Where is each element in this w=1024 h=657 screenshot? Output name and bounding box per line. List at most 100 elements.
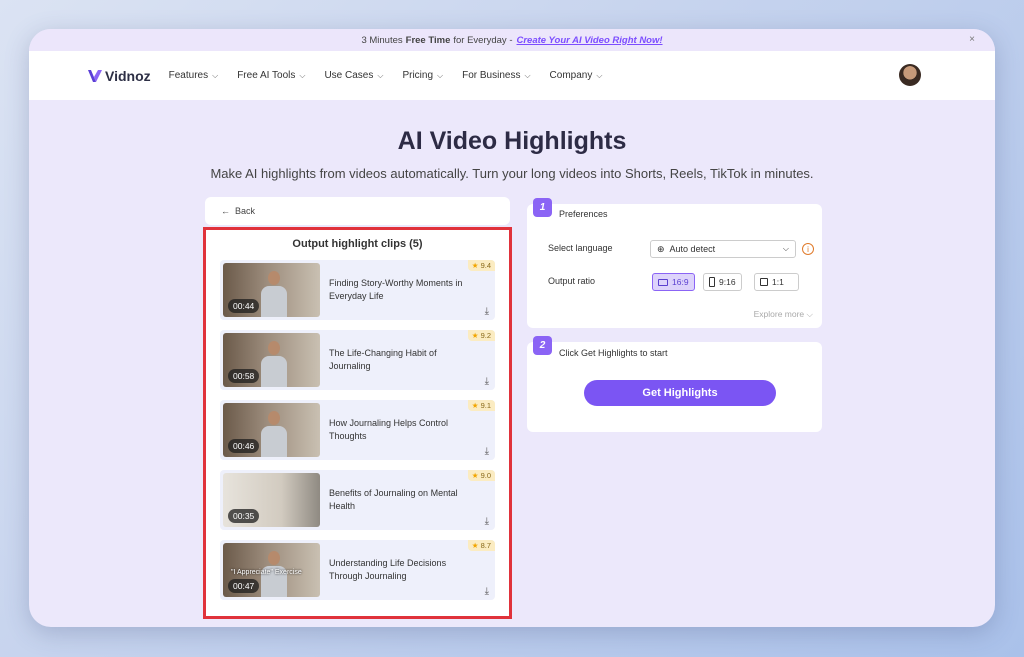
person-figure	[261, 271, 287, 317]
explore-label: Explore more	[753, 309, 805, 319]
chevron-down-icon: ⌵	[299, 70, 306, 80]
page-title: AI Video Highlights	[397, 127, 627, 155]
nav-item-label: Company	[549, 70, 593, 81]
score-value: 9.2	[480, 331, 491, 340]
step-number-1: 1	[533, 198, 552, 217]
back-button[interactable]: ← Back	[205, 197, 510, 225]
clip-title: Benefits of Journaling on Mental Health	[329, 488, 458, 511]
chevron-down-icon: ⌵	[782, 244, 789, 253]
score-badge: ★ 9.1	[467, 400, 495, 411]
star-icon: ★	[471, 401, 479, 410]
clip-title: How Journaling Helps Control Thoughts	[329, 418, 449, 441]
nav-item-for-business[interactable]: For Business ⌵	[462, 70, 530, 81]
results-panel: ← Back Output highlight clips (5) 00:44 …	[203, 197, 512, 619]
clip-duration: 00:35	[228, 509, 260, 523]
start-card: 2 Click Get Highlights to start Get High…	[527, 336, 822, 432]
close-icon[interactable]: ×	[969, 34, 975, 45]
person-figure	[261, 341, 287, 387]
promo-prefix: 3 Minutes	[361, 34, 403, 46]
nav-item-features[interactable]: Features ⌵	[169, 70, 219, 81]
clips-title: Output highlight clips (5)	[292, 238, 423, 250]
download-icon[interactable]: ⤓	[485, 446, 489, 457]
score-badge: ★ 9.4	[467, 260, 495, 271]
explore-more-link[interactable]: Explore more ⌵	[754, 309, 813, 320]
score-value: 9.4	[480, 261, 491, 270]
person-figure	[261, 411, 287, 457]
download-icon[interactable]: ⤓	[485, 306, 489, 317]
clip-duration: 00:46	[228, 439, 260, 453]
phone-icon	[709, 277, 715, 287]
score-value: 8.7	[480, 541, 491, 550]
nav-item-label: For Business	[462, 70, 521, 81]
info-icon[interactable]: i	[802, 243, 814, 255]
page-subtitle: Make AI highlights from videos automatic…	[210, 166, 814, 181]
nav-item-label: Free AI Tools	[237, 70, 296, 81]
download-icon[interactable]: ⤓	[485, 376, 489, 387]
clip-card[interactable]: 00:35 Benefits of Journaling on Mental H…	[220, 470, 495, 530]
score-value: 9.1	[480, 401, 491, 410]
clip-thumbnail[interactable]: 00:46	[223, 403, 320, 457]
preferences-card: 1 Preferences Select language ⊕ Auto det…	[527, 198, 822, 328]
clip-card[interactable]: 00:58 The Life-Changing Habit of Journal…	[220, 330, 495, 390]
ratio-1-1-button[interactable]: 1:1	[754, 273, 799, 291]
brand-name: Vidnoz	[105, 67, 151, 84]
back-label: Back	[235, 206, 256, 216]
arrow-left-icon: ←	[221, 206, 230, 216]
clip-thumbnail[interactable]: 00:44	[223, 263, 320, 317]
promo-bold: Free Time	[405, 34, 451, 46]
ratio-label: Output ratio	[548, 276, 596, 286]
thumbnail-caption: "I Appreciate" Exercise	[231, 569, 302, 576]
nav-item-pricing[interactable]: Pricing ⌵	[402, 70, 443, 81]
nav-item-label: Use Cases	[324, 70, 374, 81]
clip-thumbnail[interactable]: 00:35	[223, 473, 320, 527]
monitor-icon	[658, 278, 668, 286]
step-label: Preferences	[559, 209, 608, 219]
clip-card[interactable]: 00:44 Finding Story-Worthy Moments in Ev…	[220, 260, 495, 320]
chevron-down-icon: ⌵	[377, 70, 384, 80]
star-icon: ★	[471, 541, 479, 550]
star-icon: ★	[471, 331, 479, 340]
nav-item-free-ai-tools[interactable]: Free AI Tools ⌵	[237, 70, 305, 81]
clip-title: The Life-Changing Habit of Journaling	[329, 348, 437, 371]
ratio-label-text: 16:9	[672, 277, 689, 287]
nav-item-use-cases[interactable]: Use Cases ⌵	[324, 70, 383, 81]
language-value: Auto detect	[669, 244, 716, 254]
chevron-down-icon: ⌵	[806, 309, 813, 319]
score-badge: ★ 9.0	[467, 470, 495, 481]
nav-item-company[interactable]: Company ⌵	[550, 70, 603, 81]
clip-card[interactable]: "I Appreciate" Exercise 00:47 Understand…	[220, 540, 495, 600]
clip-title: Understanding Life Decisions Through Jou…	[329, 558, 447, 581]
avatar[interactable]	[899, 64, 921, 86]
brand-logo[interactable]: Vidnoz	[87, 68, 151, 84]
language-label: Select language	[548, 243, 613, 253]
ratio-label-text: 1:1	[772, 277, 784, 287]
nav-item-label: Pricing	[402, 70, 434, 81]
score-badge: ★ 9.2	[467, 330, 495, 341]
star-icon: ★	[471, 261, 479, 270]
clip-thumbnail[interactable]: 00:58	[223, 333, 320, 387]
chevron-down-icon: ⌵	[596, 70, 603, 80]
step-number-2: 2	[533, 336, 552, 355]
score-value: 9.0	[480, 471, 491, 480]
promo-banner: 3 Minutes Free Time for Everyday - Creat…	[29, 29, 995, 51]
star-icon: ★	[471, 471, 479, 480]
ratio-9-16-button[interactable]: 9:16	[703, 273, 742, 291]
language-select[interactable]: ⊕ Auto detect ⌵	[650, 240, 796, 258]
square-icon	[760, 278, 768, 286]
logo-icon	[88, 69, 102, 82]
download-icon[interactable]: ⤓	[485, 516, 489, 527]
clip-title: Finding Story-Worthy Moments in Everyday…	[329, 278, 463, 301]
clip-thumbnail[interactable]: "I Appreciate" Exercise 00:47	[223, 543, 320, 597]
globe-icon: ⊕	[657, 243, 665, 254]
nav-menu: Features ⌵ Free AI Tools ⌵ Use Cases ⌵ Pric…	[169, 70, 603, 81]
promo-link[interactable]: Create Your AI Video Right Now!	[517, 35, 663, 46]
score-badge: ★ 8.7	[467, 540, 495, 551]
ratio-16-9-button[interactable]: 16:9	[652, 273, 695, 291]
download-icon[interactable]: ⤓	[485, 586, 489, 597]
nav-item-label: Features	[168, 70, 209, 81]
step-label: Click Get Highlights to start	[559, 348, 668, 358]
top-nav: Vidnoz Features ⌵ Free AI Tools ⌵ Use Case…	[29, 51, 995, 100]
clip-card[interactable]: 00:46 How Journaling Helps Control Thoug…	[220, 400, 495, 460]
chevron-down-icon: ⌵	[437, 70, 444, 80]
get-highlights-button[interactable]: Get Highlights	[584, 380, 776, 406]
